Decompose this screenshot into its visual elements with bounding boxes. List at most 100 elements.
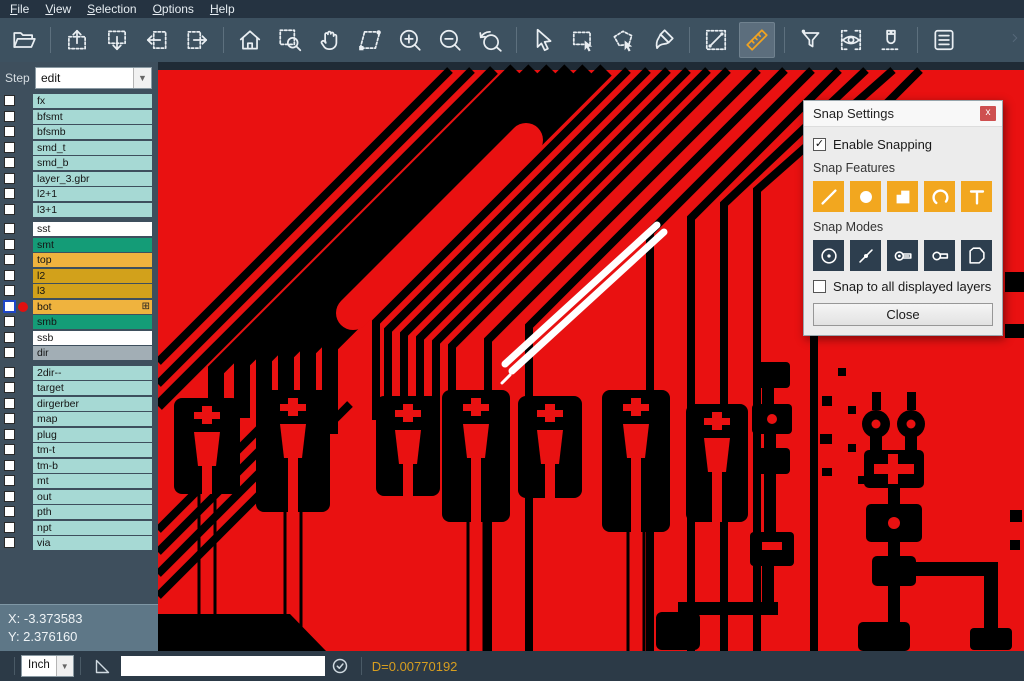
enable-snapping-checkbox[interactable]: ✓	[813, 138, 826, 151]
snap-mode-pad-entry-button[interactable]	[887, 240, 918, 271]
measure-button[interactable]	[699, 23, 733, 57]
layer-visibility-checkbox[interactable]	[3, 300, 16, 313]
layer-visibility-checkbox[interactable]	[4, 111, 15, 122]
snap-feature-text-button[interactable]	[961, 181, 992, 212]
menu-view[interactable]: View	[39, 1, 81, 18]
layer-row-via[interactable]: via	[0, 536, 158, 550]
layer-row-dir[interactable]: dir	[0, 346, 158, 360]
layer-label[interactable]: sst	[33, 222, 152, 236]
layer-visibility-checkbox[interactable]	[4, 367, 15, 378]
layer-row-dirgerber[interactable]: dirgerber	[0, 397, 158, 411]
zoom-in-button[interactable]	[393, 23, 427, 57]
layer-row-l2+1[interactable]: l2+1	[0, 187, 158, 201]
snap-feature-pad-button[interactable]	[850, 181, 881, 212]
layer-row-smd_b[interactable]: smd_b	[0, 156, 158, 170]
select-polygon-button[interactable]	[606, 23, 640, 57]
close-button[interactable]: Close	[813, 303, 993, 326]
select-brush-button[interactable]	[646, 23, 680, 57]
layer-label[interactable]: top	[33, 253, 152, 267]
layer-label[interactable]: dir	[33, 346, 152, 360]
layer-visibility-checkbox[interactable]	[4, 285, 15, 296]
layer-visibility-checkbox[interactable]	[4, 444, 15, 455]
snap-mode-hole-button[interactable]	[924, 240, 955, 271]
zoom-out-button[interactable]	[433, 23, 467, 57]
layer-visibility-checkbox[interactable]	[4, 332, 15, 343]
chevron-down-icon[interactable]: ▼	[133, 68, 151, 88]
layer-row-smb[interactable]: smb	[0, 315, 158, 329]
unit-dropdown[interactable]: Inch ▼	[21, 655, 74, 677]
layer-label[interactable]: plug	[33, 428, 152, 442]
layer-visibility-checkbox[interactable]	[4, 157, 15, 168]
all-layers-row[interactable]: Snap to all displayed layers	[813, 279, 993, 294]
layer-row-pth[interactable]: pth	[0, 505, 158, 519]
layer-label[interactable]: smd_t	[33, 141, 152, 155]
apply-check-icon[interactable]	[331, 657, 349, 675]
layer-label[interactable]: bfsmt	[33, 110, 152, 124]
toolbar-overflow-chevron[interactable]	[1008, 31, 1022, 50]
layer-visibility-checkbox[interactable]	[4, 204, 15, 215]
layer-visibility-checkbox[interactable]	[4, 254, 15, 265]
zoom-object-button[interactable]	[353, 23, 387, 57]
all-layers-checkbox[interactable]	[813, 280, 826, 293]
layer-visibility-checkbox[interactable]	[4, 270, 15, 281]
layer-row-bot[interactable]: bot⊞	[0, 300, 158, 314]
layer-label[interactable]: layer_3.gbr	[33, 172, 152, 186]
layer-label[interactable]: npt	[33, 521, 152, 535]
layer-row-sst[interactable]: sst	[0, 222, 158, 236]
ruler-button[interactable]	[739, 22, 775, 58]
layer-row-layer_3.gbr[interactable]: layer_3.gbr	[0, 172, 158, 186]
layer-label[interactable]: fx	[33, 94, 152, 108]
layer-label[interactable]: target	[33, 381, 152, 395]
layer-visibility-checkbox[interactable]	[4, 223, 15, 234]
layer-label[interactable]: smd_b	[33, 156, 152, 170]
layer-visibility-checkbox[interactable]	[4, 475, 15, 486]
layer-label[interactable]: map	[33, 412, 152, 426]
angle-icon[interactable]	[93, 657, 111, 675]
layer-row-tm-b[interactable]: tm-b	[0, 459, 158, 473]
layer-label[interactable]: ssb	[33, 331, 152, 345]
layer-visibility-checkbox[interactable]	[4, 239, 15, 250]
layer-visibility-checkbox[interactable]	[4, 173, 15, 184]
enable-snapping-row[interactable]: ✓ Enable Snapping	[813, 137, 993, 152]
pan-down-button[interactable]	[100, 23, 134, 57]
layer-label[interactable]: bot⊞	[33, 300, 152, 314]
layer-row-out[interactable]: out	[0, 490, 158, 504]
snap-feature-arc-button[interactable]	[924, 181, 955, 212]
layer-row-target[interactable]: target	[0, 381, 158, 395]
show-hide-button[interactable]	[834, 23, 868, 57]
layer-row-bfsmt[interactable]: bfsmt	[0, 110, 158, 124]
snap-feature-line-button[interactable]	[813, 181, 844, 212]
snap-mode-midpoint-button[interactable]	[850, 240, 881, 271]
layer-visibility-checkbox[interactable]	[4, 142, 15, 153]
snap-mode-contour-button[interactable]	[961, 240, 992, 271]
layer-visibility-checkbox[interactable]	[4, 126, 15, 137]
layer-label[interactable]: via	[33, 536, 152, 550]
layer-visibility-checkbox[interactable]	[4, 429, 15, 440]
layer-label[interactable]: tm-b	[33, 459, 152, 473]
snap-magnet-button[interactable]	[874, 23, 908, 57]
step-dropdown[interactable]: edit ▼	[35, 67, 152, 89]
pan-hand-button[interactable]	[313, 23, 347, 57]
layer-visibility-checkbox[interactable]	[4, 398, 15, 409]
layer-visibility-checkbox[interactable]	[4, 460, 15, 471]
layer-row-mt[interactable]: mt	[0, 474, 158, 488]
zoom-window-button[interactable]	[273, 23, 307, 57]
snap-mode-center-button[interactable]	[813, 240, 844, 271]
pan-right-button[interactable]	[180, 23, 214, 57]
layer-row-bfsmb[interactable]: bfsmb	[0, 125, 158, 139]
layer-label[interactable]: pth	[33, 505, 152, 519]
layer-visibility-checkbox[interactable]	[4, 506, 15, 517]
layer-row-smd_t[interactable]: smd_t	[0, 141, 158, 155]
menu-selection[interactable]: Selection	[81, 1, 146, 18]
measure-input[interactable]	[121, 656, 325, 676]
menu-help[interactable]: Help	[204, 1, 245, 18]
layer-row-l2[interactable]: l2	[0, 269, 158, 283]
layer-label[interactable]: smb	[33, 315, 152, 329]
layer-visibility-checkbox[interactable]	[4, 491, 15, 502]
chevron-down-icon[interactable]: ▼	[56, 656, 73, 676]
layer-label[interactable]: l3	[33, 284, 152, 298]
layer-row-smt[interactable]: smt	[0, 238, 158, 252]
snap-feature-surface-button[interactable]	[887, 181, 918, 212]
layer-visibility-checkbox[interactable]	[4, 188, 15, 199]
pan-up-button[interactable]	[60, 23, 94, 57]
